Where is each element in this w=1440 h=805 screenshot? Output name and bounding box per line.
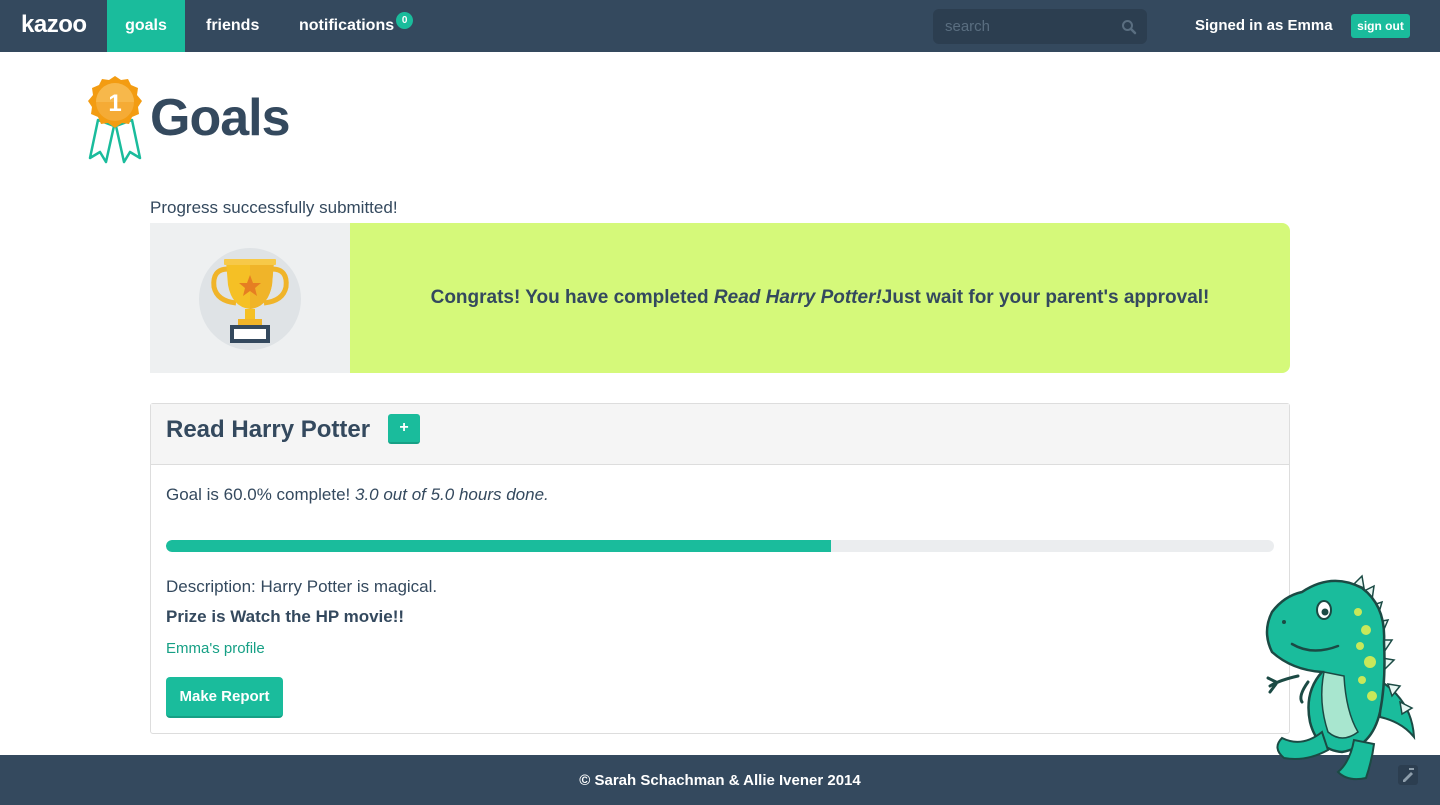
add-progress-button[interactable]: + <box>388 414 420 444</box>
profile-link[interactable]: Emma's profile <box>166 640 265 657</box>
goal-prize: Prize is Watch the HP movie!! <box>166 607 405 626</box>
flash-message: Progress successfully submitted! <box>150 198 398 217</box>
nav-friends-label: friends <box>206 17 260 34</box>
goal-progress-text: Goal is 60.0% complete! 3.0 out of 5.0 h… <box>166 485 549 505</box>
goal-title: Read Harry Potter <box>166 416 371 443</box>
award-ribbon-icon: 1 <box>88 76 142 164</box>
nav-notifications[interactable]: notifications 0 <box>278 0 434 52</box>
nav-friends[interactable]: friends <box>185 0 280 52</box>
notification-count-badge: 0 <box>396 12 414 29</box>
goal-progress-bar <box>166 540 1274 552</box>
congrats-message: Congrats! You have completed Read Harry … <box>350 223 1290 373</box>
goal-progress-percent: Goal is 60.0% complete! <box>166 485 355 504</box>
sign-out-button[interactable]: sign out <box>1351 14 1410 38</box>
footer-copyright: © Sarah Schachman & Allie Ivener 2014 <box>579 772 861 789</box>
signed-in-text: Signed in as Emma <box>1195 17 1333 34</box>
goal-description: Description: Harry Potter is magical. <box>166 577 438 596</box>
search-icon[interactable] <box>1121 19 1137 35</box>
nav-goals-label: goals <box>125 17 167 34</box>
congrats-prefix: Congrats! You have completed <box>430 287 714 308</box>
trophy-icon <box>199 248 301 350</box>
dinosaur-mascot-icon <box>1265 574 1416 781</box>
award-number: 1 <box>108 90 121 117</box>
congrats-image-area <box>150 223 350 373</box>
nav-goals[interactable]: goals <box>107 0 185 52</box>
goal-progress-hours: 3.0 out of 5.0 hours done. <box>354 485 549 504</box>
goal-panel-heading: Read Harry Potter + <box>151 404 1289 465</box>
nav-notifications-label: notifications <box>299 17 395 34</box>
brand-logo[interactable]: kazoo <box>21 11 87 39</box>
congrats-goal-name: Read Harry Potter! <box>713 287 882 308</box>
page-title: Goals <box>150 89 290 147</box>
goal-progress-fill <box>166 540 831 552</box>
goal-panel: Read Harry Potter + Goal is 60.0% comple… <box>150 403 1290 734</box>
footer: © Sarah Schachman & Allie Ivener 2014 <box>0 755 1440 805</box>
make-report-button[interactable]: Make Report <box>166 677 283 718</box>
congrats-suffix: Just wait for your parent's approval! <box>881 287 1210 308</box>
search-input[interactable] <box>933 9 1113 44</box>
congrats-banner: Congrats! You have completed Read Harry … <box>150 223 1290 373</box>
top-navbar: kazoo goals friends notifications0 Signe… <box>0 0 1440 52</box>
search-box <box>933 9 1147 44</box>
